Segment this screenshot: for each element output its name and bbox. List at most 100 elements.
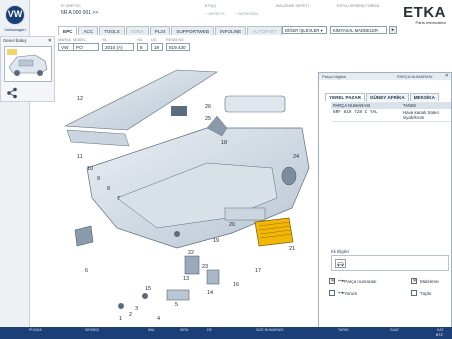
part-info-titlebar: Parça bilgileri PARÇA NUMARASI ✕ <box>319 73 451 80</box>
close-icon[interactable]: ✕ <box>445 73 449 80</box>
close-icon[interactable]: ✕ <box>48 38 52 44</box>
tab-south-africa[interactable]: GÜNEY AFRİKA <box>366 93 409 101</box>
callout-18[interactable]: 18 <box>221 140 227 146</box>
callout-16[interactable]: 16 <box>233 282 239 288</box>
basket-label[interactable]: MALZEME SEPETİ <box>276 4 309 8</box>
part-info-title: Parça bilgileri <box>322 74 347 79</box>
callout-23[interactable]: 23 <box>202 264 208 270</box>
checkbox-comment[interactable] <box>329 290 335 296</box>
filter-year[interactable]: YIL 2010 (A) <box>102 38 134 51</box>
footer-kat-value: 672 <box>436 332 443 337</box>
footer-market: PİYASA <box>29 328 42 332</box>
callout-14[interactable]: 14 <box>207 290 213 296</box>
tab-mexico[interactable]: MEKSİKA <box>409 93 439 101</box>
exploded-parts-diagram[interactable]: 26 25 18 24 21 20 19 22 23 12 11 10 9 8 … <box>57 58 319 328</box>
top-cover-part[interactable] <box>63 69 218 131</box>
tab-epc[interactable]: EPC <box>58 26 78 35</box>
col-description: TANIM <box>403 103 416 108</box>
tab-pl24[interactable]: PL24 <box>149 26 171 35</box>
status-footer: PİYASA SİPARİŞ İMA SIRA DE SAĞ NUMARASI … <box>0 327 452 339</box>
radio-nereye[interactable]: ○ NEREYE <box>205 11 225 16</box>
left-vent-part[interactable] <box>74 225 94 247</box>
main-tabs: EPC ACC TOOLS NOBA PL24 SUPPORTWEB INFOL… <box>58 26 283 35</box>
general-view-thumbnail[interactable] <box>4 46 52 82</box>
callout-8[interactable]: 8 <box>107 186 110 192</box>
mount-part[interactable] <box>206 269 220 285</box>
lower-bracket-part[interactable] <box>184 255 200 275</box>
col-part-number: PARÇA NUMARASI <box>333 103 371 108</box>
filter-ug[interactable]: UG 19 <box>151 38 163 51</box>
callout-21[interactable]: 21 <box>289 246 295 252</box>
checkbox-material[interactable] <box>411 278 417 284</box>
tab-supportweb[interactable]: SUPPORTWEB <box>171 26 215 35</box>
footer-date: TARİH <box>338 328 349 332</box>
tab-tools[interactable]: TOOLS <box>99 26 125 35</box>
part-table-header: PARÇA NUMARASI TANIM <box>331 102 451 109</box>
filter-model[interactable]: MODEL PO <box>73 38 99 51</box>
callout-2[interactable]: 2 <box>129 312 132 318</box>
callout-3[interactable]: 3 <box>135 306 138 312</box>
option-comment[interactable]: ⇐▸ Yorum <box>329 290 357 296</box>
callout-24[interactable]: 24 <box>293 154 299 160</box>
glovebox-lid-part[interactable] <box>224 95 286 113</box>
option-list[interactable]: Tüplo <box>411 290 432 296</box>
side-vent-part[interactable] <box>281 166 297 186</box>
callout-7[interactable]: 7 <box>117 196 120 202</box>
screw-part[interactable] <box>142 293 148 299</box>
market-tabs: YEREL PAZAR GÜNEY AFRİKA MEKSİKA <box>325 93 440 101</box>
center-trim-part[interactable] <box>224 207 266 221</box>
callout-15[interactable]: 15 <box>145 286 151 292</box>
part-table: PARÇA NUMARASI TANIM 6RF 819 728 C YAL H… <box>331 102 451 122</box>
part-number-cell[interactable]: 6RF 819 728 C YAL <box>331 109 401 121</box>
description-cell: Hava kanalı Saten siyah/krom <box>403 110 439 120</box>
additional-info-box <box>331 255 449 271</box>
footer-sira: SIRA <box>180 328 189 332</box>
etka-title: ETKA <box>403 4 446 21</box>
etk-label: ETK(i) <box>205 4 216 8</box>
radio-nereden[interactable]: ○ NEREDEN <box>235 11 258 16</box>
tab-noba: NOBA <box>125 26 149 35</box>
callout-9[interactable]: 9 <box>97 176 100 182</box>
callout-22[interactable]: 22 <box>188 250 194 256</box>
order-form-label[interactable]: TOPLU SİPARİŞ FORMU <box>336 4 379 8</box>
callout-1[interactable]: 1 <box>119 316 122 322</box>
callout-5[interactable]: 5 <box>175 302 178 308</box>
callout-19[interactable]: 19 <box>213 238 219 244</box>
callout-6[interactable]: 6 <box>85 268 88 274</box>
callout-12[interactable]: 12 <box>77 96 83 102</box>
callout-11[interactable]: 11 <box>77 154 83 160</box>
vehicle-info-icon[interactable] <box>335 259 346 268</box>
general-view-panel: Genel bakış ✕ <box>0 36 55 102</box>
callout-13[interactable]: 13 <box>183 276 189 282</box>
tab-infoline[interactable]: INFOLINE <box>215 26 247 35</box>
footer-right-number: SAĞ NUMARASI <box>256 328 284 332</box>
callout-26[interactable]: 26 <box>205 104 211 110</box>
callout-25[interactable]: 25 <box>205 116 211 122</box>
screw-part[interactable] <box>174 231 180 237</box>
callout-20[interactable]: 20 <box>229 222 235 228</box>
brand-name: Volkswagen <box>4 27 26 32</box>
fi-value: 6R A 000 001 >> <box>61 10 99 16</box>
other-functions-dropdown[interactable]: DİĞER İŞLEVLER ▾ <box>282 26 327 34</box>
tab-acc[interactable]: ACC <box>78 26 99 35</box>
functions-go-button[interactable]: ▸ <box>389 26 397 34</box>
footer-order: SİPARİŞ <box>85 328 99 332</box>
cover-lip-part[interactable] <box>66 129 130 147</box>
option-material[interactable]: Malzeme <box>411 278 439 284</box>
volkswagen-logo[interactable]: VW <box>5 5 25 25</box>
share-icon[interactable] <box>6 87 18 99</box>
tab-local-market[interactable]: YEREL PAZAR <box>325 93 365 101</box>
callout-17[interactable]: 17 <box>255 268 261 274</box>
checkbox-list[interactable] <box>411 290 417 296</box>
chemicals-select[interactable]: KİMYASAL MADDELER <box>330 26 387 34</box>
speaker-grille-part[interactable] <box>171 106 187 116</box>
filter-image-no[interactable]: RESİM NO. 819.430 <box>166 38 190 51</box>
table-row[interactable]: 6RF 819 728 C YAL Hava kanalı Saten siya… <box>331 109 451 122</box>
callout-10[interactable]: 10 <box>87 166 93 172</box>
callout-4[interactable]: 4 <box>157 316 160 322</box>
option-part-number[interactable]: ⇐▸ Parça numarası <box>329 278 377 284</box>
checkbox-part-number[interactable] <box>329 278 335 284</box>
screw-part[interactable] <box>118 303 124 309</box>
filter-hg[interactable]: HG 8 <box>137 38 148 51</box>
clip-part[interactable] <box>166 289 190 301</box>
